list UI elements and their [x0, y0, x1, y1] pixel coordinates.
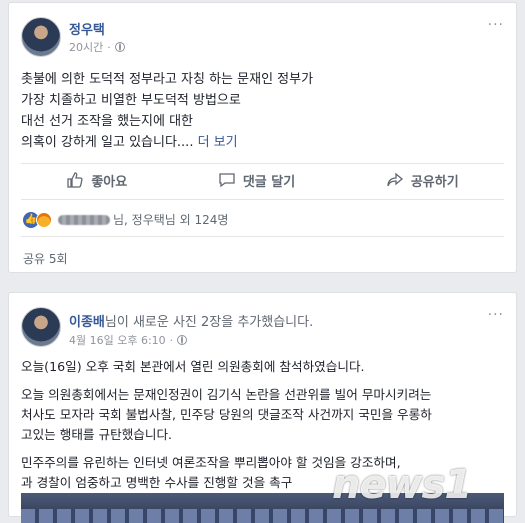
author-name[interactable]: 이종배: [69, 315, 105, 330]
post-body-line: 대선 선거 조작을 했는지에 대한: [21, 114, 194, 129]
blurred-name: [58, 214, 110, 225]
divider: [21, 163, 504, 164]
share-arrow-icon: [387, 172, 403, 187]
shares-count[interactable]: 공유 5회: [23, 250, 68, 267]
thumbs-up-icon: [67, 172, 83, 188]
share-label: 공유하기: [410, 174, 459, 190]
comment-button[interactable]: 댓글 달기: [218, 168, 295, 192]
post-meta: 20시간 ·: [69, 39, 125, 55]
like-label: 좋아요: [91, 174, 128, 190]
reactions-summary[interactable]: 👍 님, 정우택님 외 124명: [23, 211, 228, 228]
post-card-1: 정우택 20시간 · ··· 촛불에 의한 도덕적 정부라고 자칭 하는 문재인…: [8, 2, 517, 273]
comment-icon: [219, 173, 235, 188]
post-meta: 4월 16일 오후 6:10 ·: [69, 332, 188, 348]
post-header: 이종배님이 새로운 사진 2장을 추가했습니다.: [69, 311, 313, 330]
paragraph-2-line: 처사도 모자라 국회 불법사찰, 민주당 당원의 댓글조작 사건까지 국민을 우…: [21, 407, 432, 422]
paragraph-2-line: 오늘 의원총회에서는 문재인정권이 김기식 논란을 선관위를 빌어 무마시키려는: [21, 387, 432, 402]
comment-label: 댓글 달기: [242, 174, 296, 190]
post-time[interactable]: 4월 16일 오후 6:10: [69, 332, 166, 348]
globe-icon: [114, 42, 125, 52]
paragraph-1: 오늘(16일) 오후 국회 본관에서 열린 의원총회에 참석하였습니다.: [21, 359, 365, 374]
post-body: 촛불에 의한 도덕적 정부라고 자칭 하는 문재인 정부가 가장 치졸하고 비열…: [21, 69, 313, 153]
news-watermark: news1: [332, 462, 472, 508]
author-avatar[interactable]: [21, 307, 61, 347]
post-body-line: 가장 치졸하고 비열한 부도덕적 방법으로: [21, 93, 241, 108]
see-more-link[interactable]: 더 보기: [198, 135, 238, 150]
assembly-seats: [21, 509, 504, 523]
reactions-text: 님, 정우택님 외 124명: [113, 213, 229, 227]
share-button[interactable]: 공유하기: [386, 168, 459, 192]
author-name[interactable]: 정우택: [69, 19, 105, 38]
divider: [21, 199, 504, 200]
post-body-line: 촛불에 의한 도덕적 정부라고 자칭 하는 문재인 정부가: [21, 72, 314, 87]
more-options-icon[interactable]: ···: [488, 17, 504, 33]
post-time[interactable]: 20시간: [69, 39, 103, 55]
author-avatar[interactable]: [21, 17, 61, 57]
angry-reaction-icon: [36, 211, 52, 228]
header-suffix: 님이 새로운 사진 2장을 추가했습니다.: [104, 315, 314, 330]
globe-icon: [177, 335, 188, 345]
post-body-line-last: 의혹이 강하게 일고 있습니다.... 더 보기: [21, 135, 238, 150]
more-options-icon[interactable]: ···: [488, 307, 504, 323]
like-button[interactable]: 좋아요: [66, 168, 127, 192]
paragraph-2-line: 고있는 행태를 규탄했습니다.: [21, 427, 173, 442]
post-actions: 좋아요 댓글 달기 공유하기: [21, 168, 504, 192]
divider: [21, 236, 504, 237]
